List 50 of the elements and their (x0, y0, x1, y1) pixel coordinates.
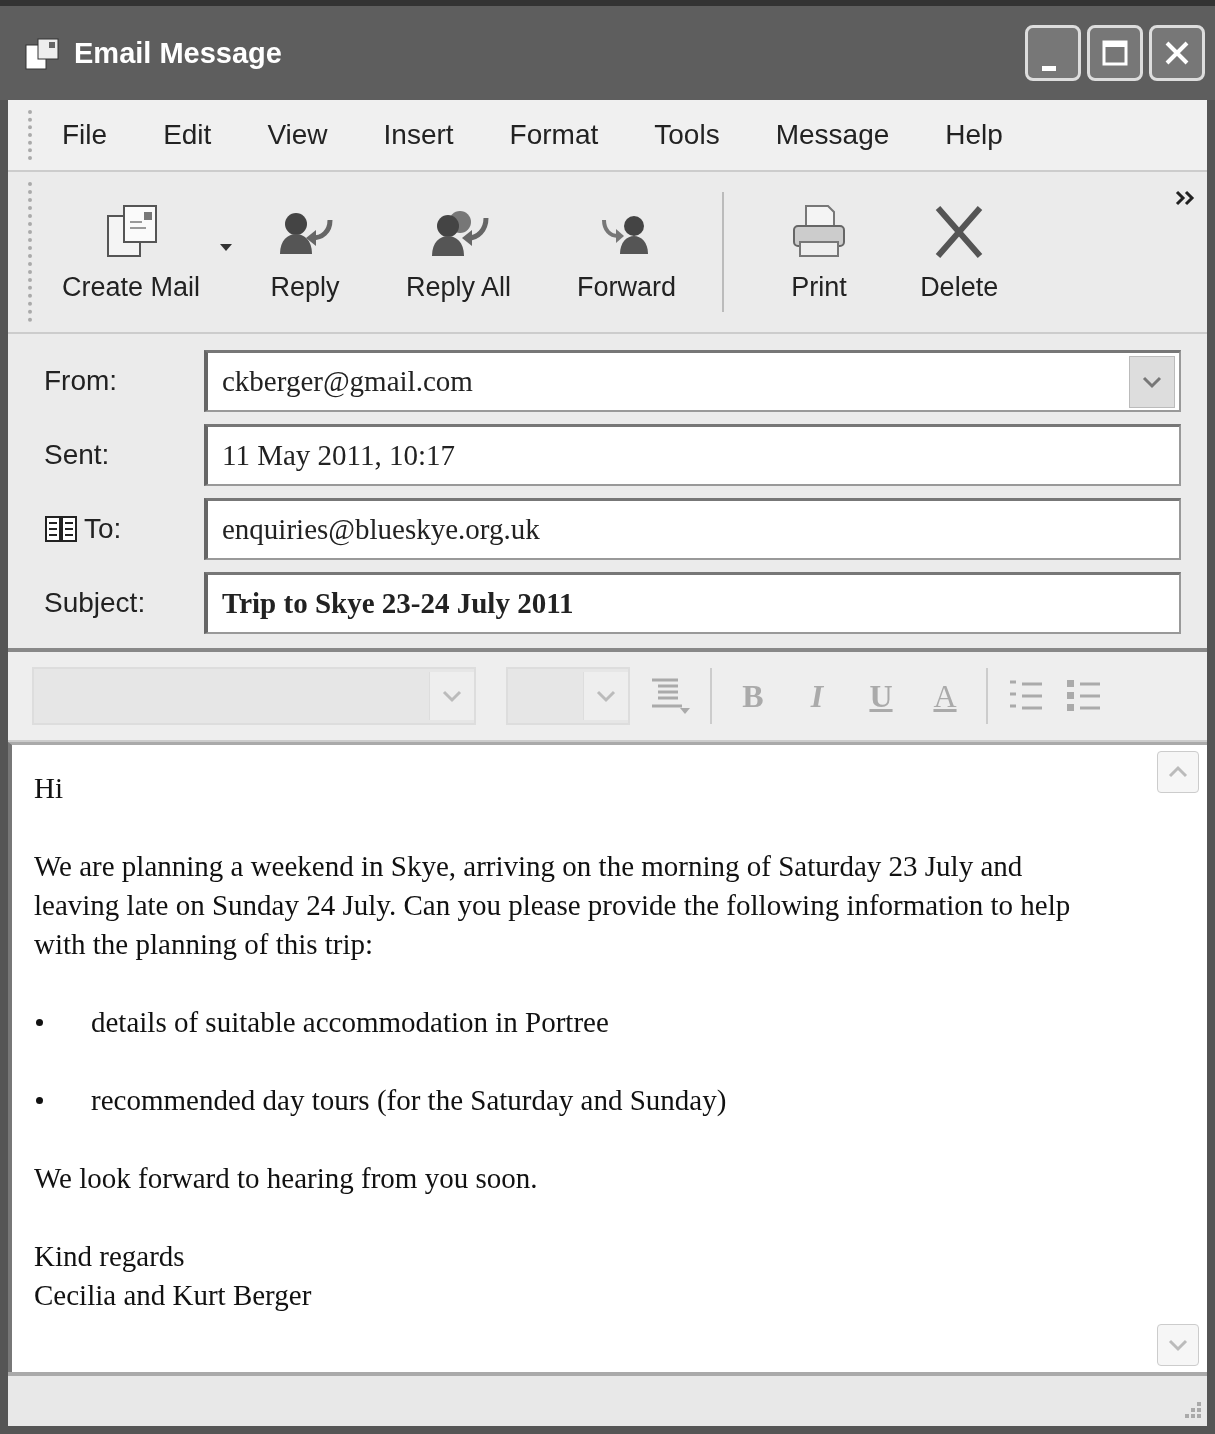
toolbar-button[interactable]: Print (784, 201, 855, 303)
bullet-text: recommended day tours (for the Saturday and Sunday) (91, 1083, 727, 1118)
toolbar-button[interactable]: Create Mail (62, 201, 201, 303)
scroll-down-button[interactable] (1157, 1324, 1199, 1366)
input-field[interactable]: Trip to Skye 23-24 July 2011 (204, 572, 1181, 634)
dropdown-button[interactable] (1129, 355, 1175, 408)
menu-item[interactable]: Format (509, 119, 599, 151)
chevron-down-icon (595, 689, 617, 703)
bullet-icon (36, 1097, 43, 1104)
menu-item[interactable]: Edit (163, 119, 212, 151)
minimize-button[interactable] (1025, 25, 1081, 81)
field-label: From: (44, 365, 118, 397)
toolbar-button[interactable]: Reply (270, 201, 341, 303)
font-select[interactable] (32, 667, 476, 725)
input-field[interactable]: 11 May 2011, 10:17 (204, 424, 1181, 486)
body-paragraph: We are planning a weekend in Skye, arriving on the morning of Saturday 23 July and leaving late on Sunday 24 July. Can you please provide the following information to help with the planning of this trip: (34, 849, 1072, 962)
close-button[interactable] (1149, 25, 1205, 81)
field-label: To: (84, 513, 122, 545)
menu-item[interactable]: Help (945, 119, 1003, 151)
menu-item[interactable]: File (62, 119, 108, 151)
minimize-icon (1042, 65, 1056, 71)
body-paragraph: We look forward to hearing from you soon. (34, 1161, 539, 1196)
input-field[interactable]: enquiries@blueskye.org.uk (204, 498, 1181, 560)
menu-item[interactable]: Insert (383, 119, 454, 151)
size-select[interactable] (506, 667, 630, 725)
bullet-text: details of suitable accommodation in Portree (91, 1005, 609, 1040)
window-title: Email Message (74, 36, 283, 70)
toolbar-button[interactable]: Forward (577, 201, 677, 303)
toolbar-button[interactable]: Reply All (406, 201, 512, 303)
body-line: Cecilia and Kurt Berger (34, 1278, 313, 1313)
chevron-icon[interactable] (1175, 190, 1197, 206)
menu-item[interactable]: View (267, 119, 328, 151)
maximize-button[interactable] (1087, 25, 1143, 81)
toolbar-button[interactable]: Delete (920, 201, 999, 303)
body-paragraph: Hi (34, 771, 64, 806)
chevron-up-icon (1167, 765, 1189, 779)
input-field[interactable]: ckberger@gmail.com (204, 350, 1181, 412)
field-label: Sent: (44, 439, 110, 471)
chevron-down-icon (1167, 1338, 1189, 1352)
dropdown-arrow-icon[interactable] (218, 241, 235, 252)
scroll-up-button[interactable] (1157, 751, 1199, 793)
menu-item[interactable]: Message (775, 119, 890, 151)
field-label: Subject: (44, 587, 146, 619)
body-line: Kind regards (34, 1239, 186, 1274)
chevron-down-icon (1141, 374, 1163, 389)
chevron-down-icon (441, 689, 463, 703)
address-book-icon[interactable] (44, 514, 78, 544)
menu-item[interactable]: Tools (654, 119, 720, 151)
bullet-icon (36, 1019, 43, 1026)
maximize-icon (1100, 38, 1130, 68)
